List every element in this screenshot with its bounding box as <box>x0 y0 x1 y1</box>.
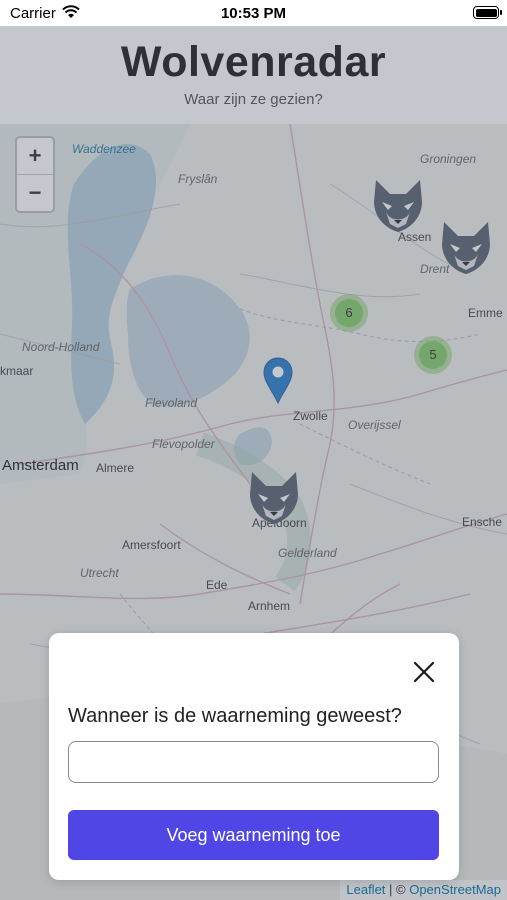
clock: 10:53 PM <box>220 5 287 22</box>
sighting-date-input[interactable] <box>68 741 439 783</box>
close-icon[interactable] <box>411 659 437 685</box>
battery-icon <box>473 6 502 19</box>
add-sighting-button[interactable]: Voeg waarneming toe <box>68 810 439 860</box>
date-question-label: Wanneer is de waarneming geweest? <box>68 705 402 727</box>
add-sighting-modal: Wanneer is de waarneming geweest? Voeg w… <box>49 633 459 880</box>
status-bar: Carrier 10:53 PM <box>0 0 507 26</box>
